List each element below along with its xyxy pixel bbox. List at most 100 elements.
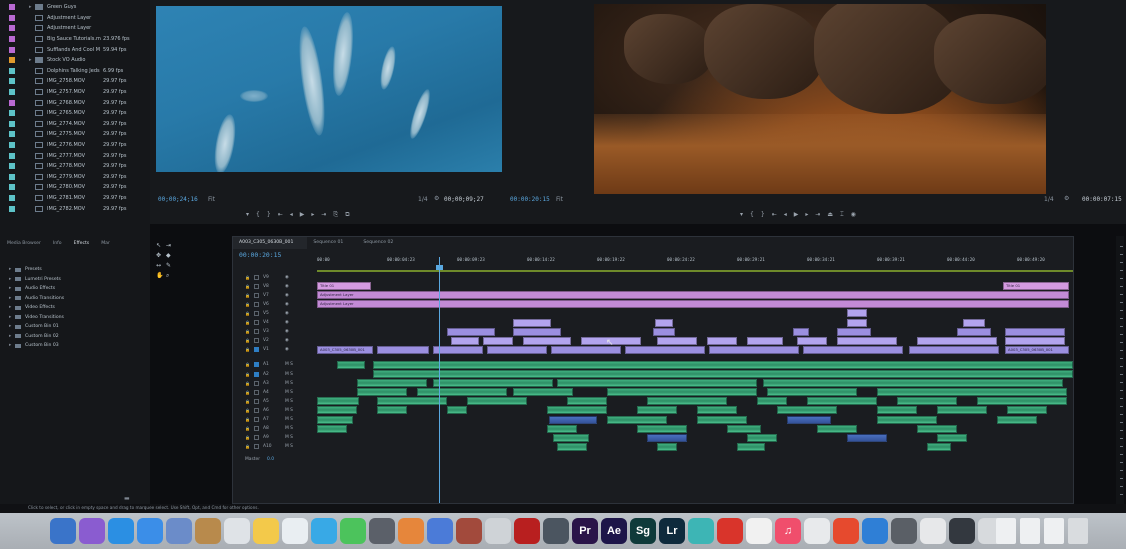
lock-icon[interactable]: 🔒 xyxy=(245,311,250,316)
document-icon[interactable] xyxy=(996,518,1016,544)
track-target-toggle[interactable] xyxy=(253,283,259,289)
document-icon[interactable] xyxy=(1044,518,1064,544)
overwrite-icon[interactable]: ⧉ xyxy=(345,211,349,219)
audio-clip[interactable] xyxy=(763,379,1063,388)
label-color-chip[interactable] xyxy=(9,25,15,32)
video-clip[interactable] xyxy=(523,336,571,345)
extract-icon[interactable]: ⌶ xyxy=(840,211,844,219)
source-timecode[interactable]: 00;00;24;16 xyxy=(158,196,198,203)
track-header[interactable]: 🔒 V6 ◉ xyxy=(245,300,289,308)
track-header[interactable]: 🔒 A6 M S xyxy=(245,406,293,414)
audio-clip[interactable] xyxy=(747,433,777,442)
dock-app-icon[interactable] xyxy=(108,518,134,544)
mute-solo-buttons[interactable]: M S xyxy=(285,444,293,449)
lock-icon[interactable]: 🔒 xyxy=(245,390,250,395)
dock-app-icon[interactable] xyxy=(688,518,714,544)
lock-icon[interactable]: 🔒 xyxy=(245,275,250,280)
selection-tool-icon[interactable]: ↖ xyxy=(156,242,161,249)
audio-clip[interactable] xyxy=(1007,406,1047,415)
audio-clip[interactable] xyxy=(513,388,573,397)
ripple-edit-icon[interactable]: ✥ xyxy=(156,252,161,259)
label-color-chip[interactable] xyxy=(9,205,15,212)
tab-info[interactable]: Info xyxy=(53,241,62,246)
wrench-icon[interactable]: ⚙ xyxy=(1064,195,1069,202)
track-header[interactable]: 🔒 A8 M S xyxy=(245,425,293,433)
label-color-chip[interactable] xyxy=(9,99,15,106)
audio-clip[interactable] xyxy=(917,424,957,433)
label-color-chip[interactable] xyxy=(9,184,15,191)
mark-clip-icon[interactable]: } xyxy=(267,211,271,219)
master-volume[interactable]: 0.0 xyxy=(267,457,274,462)
mute-solo-buttons[interactable]: M S xyxy=(285,390,293,395)
eye-icon[interactable]: ◉ xyxy=(285,320,289,325)
bin-item[interactable]: IMG_2781.MOV 29.97 fps xyxy=(0,193,150,204)
export-frame-icon[interactable]: ◉ xyxy=(851,211,856,219)
label-color-chip[interactable] xyxy=(9,67,15,74)
dock-app-icon[interactable] xyxy=(253,518,279,544)
video-clip[interactable] xyxy=(837,327,871,336)
effects-folder[interactable]: ▸ Video Effects xyxy=(9,303,64,313)
label-color-chip[interactable] xyxy=(9,142,15,149)
lock-icon[interactable]: 🔒 xyxy=(245,381,250,386)
audio-clip[interactable] xyxy=(727,424,761,433)
eye-icon[interactable]: ◉ xyxy=(285,329,289,334)
effects-folder[interactable]: ▸ Custom Bin 02 xyxy=(9,332,64,342)
audio-clip[interactable] xyxy=(337,360,365,369)
lock-icon[interactable]: 🔒 xyxy=(245,408,250,413)
audio-clip[interactable] xyxy=(547,406,607,415)
step-forward-icon[interactable]: ▸ xyxy=(805,211,808,219)
lock-icon[interactable]: 🔒 xyxy=(245,338,250,343)
pen-tool-icon[interactable]: ✎ xyxy=(166,262,171,269)
track-header[interactable]: 🔒 A1 M S xyxy=(245,361,293,369)
video-clip[interactable] xyxy=(1005,327,1065,336)
audio-clip[interactable] xyxy=(317,397,359,406)
dock-app-icon[interactable]: ♫ xyxy=(775,518,801,544)
lock-icon[interactable]: 🔒 xyxy=(245,320,250,325)
dock-app-icon[interactable] xyxy=(456,518,482,544)
source-fit-select[interactable]: Fit xyxy=(208,196,215,203)
dock-app-icon[interactable] xyxy=(485,518,511,544)
audio-clip[interactable] xyxy=(377,397,447,406)
track-target-toggle[interactable] xyxy=(253,426,259,432)
audio-clip[interactable] xyxy=(373,360,1073,369)
label-color-chip[interactable] xyxy=(9,89,15,96)
playhead[interactable] xyxy=(439,257,440,503)
video-clip[interactable] xyxy=(803,345,903,354)
tab-effects[interactable]: Effects xyxy=(74,241,90,246)
dock-app-icon[interactable] xyxy=(514,518,540,544)
eye-icon[interactable]: ◉ xyxy=(285,302,289,307)
audio-clip[interactable] xyxy=(787,415,831,424)
lock-icon[interactable]: 🔒 xyxy=(245,284,250,289)
effects-folder[interactable]: ▸ Video Transitions xyxy=(9,313,64,323)
dock-app-icon[interactable] xyxy=(427,518,453,544)
audio-clip[interactable] xyxy=(897,397,957,406)
slip-tool-icon[interactable]: ↔ xyxy=(156,262,161,269)
video-clip[interactable] xyxy=(433,345,483,354)
audio-clip[interactable] xyxy=(433,379,553,388)
mark-in-icon[interactable]: ▾ xyxy=(740,211,743,219)
audio-clip[interactable] xyxy=(317,415,353,424)
go-to-in-icon[interactable]: ⇤ xyxy=(772,211,777,219)
audio-clip[interactable] xyxy=(757,397,787,406)
video-clip[interactable] xyxy=(653,327,675,336)
track-header[interactable]: 🔒 A5 M S xyxy=(245,397,293,405)
effects-folder[interactable]: ▸ Custom Bin 03 xyxy=(9,341,64,351)
dock-app-icon[interactable] xyxy=(195,518,221,544)
track-target-toggle[interactable] xyxy=(253,320,259,325)
dock-app-icon[interactable] xyxy=(50,518,76,544)
go-to-in-icon[interactable]: ⇤ xyxy=(278,211,283,219)
dock-app-icon[interactable] xyxy=(166,518,192,544)
audio-clip[interactable] xyxy=(637,424,687,433)
audio-clip[interactable] xyxy=(777,406,837,415)
eye-icon[interactable]: ◉ xyxy=(285,284,289,289)
audio-clip[interactable] xyxy=(557,442,587,451)
dock-app-icon[interactable] xyxy=(137,518,163,544)
step-forward-icon[interactable]: ▸ xyxy=(311,211,314,219)
lock-icon[interactable]: 🔒 xyxy=(245,399,250,404)
bin-item[interactable]: IMG_2758.MOV 29.97 fps xyxy=(0,76,150,87)
mute-solo-buttons[interactable]: M S xyxy=(285,372,293,377)
dock-app-icon[interactable]: Sg xyxy=(630,518,656,544)
video-clip[interactable] xyxy=(793,327,809,336)
track-target-toggle[interactable] xyxy=(253,292,259,298)
dock-app-icon[interactable]: Lr xyxy=(659,518,685,544)
